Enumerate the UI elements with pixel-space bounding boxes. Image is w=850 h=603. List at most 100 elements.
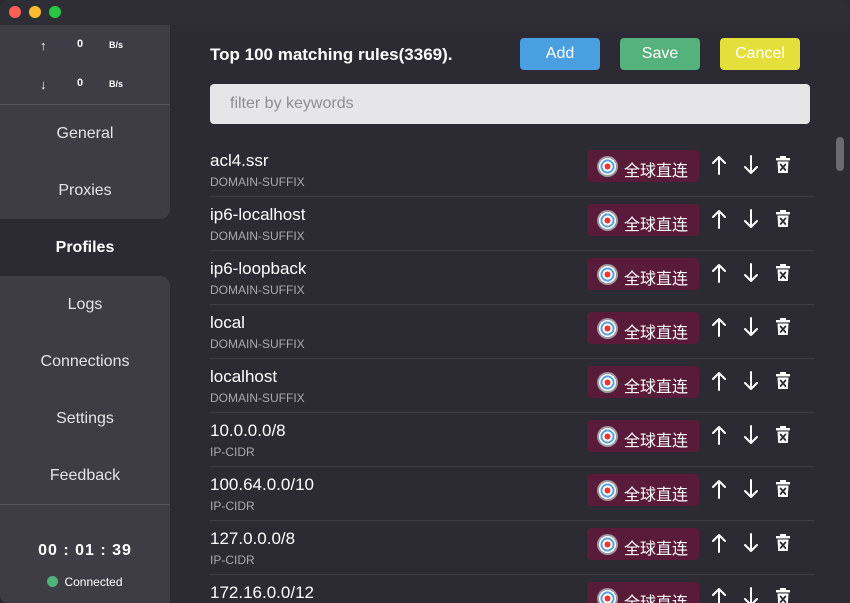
policy-selector[interactable]: 全球直连 (587, 582, 699, 603)
delete-rule-button[interactable] (773, 531, 793, 555)
arrow-down-icon (744, 263, 758, 282)
rule-name: acl4.ssr (210, 151, 269, 170)
nav-item-feedback[interactable]: Feedback (0, 447, 170, 504)
move-down-button[interactable] (741, 153, 761, 177)
nav-item-settings[interactable]: Settings (0, 390, 170, 447)
close-window-button[interactable] (9, 6, 21, 18)
arrow-down-icon (744, 587, 758, 603)
policy-label: 全球直连 (624, 217, 689, 234)
policy-selector[interactable]: 全球直连 (587, 258, 699, 290)
target-icon (597, 372, 618, 393)
arrow-down-icon (744, 533, 758, 552)
rule-row: 127.0.0.0/8 IP-CIDR 全球直连 (210, 521, 814, 575)
trash-icon (776, 318, 790, 335)
move-up-button[interactable] (709, 207, 729, 231)
arrow-up-icon (712, 480, 726, 499)
delete-rule-button[interactable] (773, 315, 793, 339)
arrow-down-icon (744, 371, 758, 390)
delete-rule-button[interactable] (773, 153, 793, 177)
move-up-button[interactable] (709, 369, 729, 393)
rule-type: DOMAIN-SUFFIX (210, 175, 305, 189)
move-down-button[interactable] (741, 261, 761, 285)
move-up-button[interactable] (709, 153, 729, 177)
arrow-up-icon (712, 588, 726, 603)
policy-label: 全球直连 (624, 379, 689, 396)
download-value: 0 (77, 77, 84, 89)
move-down-button[interactable] (741, 207, 761, 231)
cancel-button[interactable]: Cancel (720, 38, 800, 70)
move-up-button[interactable] (709, 531, 729, 555)
target-icon (597, 426, 618, 447)
status-label: Connected (64, 575, 123, 589)
sidebar-divider (0, 504, 170, 505)
arrow-down-icon (744, 209, 758, 228)
status-dot-icon (47, 576, 59, 587)
move-up-button[interactable] (709, 423, 729, 447)
nav-item-proxies[interactable]: Proxies (0, 162, 170, 219)
rule-row: ip6-loopback DOMAIN-SUFFIX 全球直连 (210, 251, 814, 305)
delete-rule-button[interactable] (773, 369, 793, 393)
rule-type: IP-CIDR (210, 499, 255, 513)
zoom-window-button[interactable] (49, 6, 61, 18)
policy-selector[interactable]: 全球直连 (587, 366, 699, 398)
nav-item-profiles[interactable]: Profiles (0, 219, 170, 276)
delete-rule-button[interactable] (773, 423, 793, 447)
save-button[interactable]: Save (620, 38, 700, 70)
download-speed: ↓ 0 B/s (0, 64, 170, 104)
sidebar-top-panel: ↑ 0 B/s ↓ 0 B/s General Proxies (0, 25, 170, 219)
policy-label: 全球直连 (624, 325, 689, 342)
sidebar: ↑ 0 B/s ↓ 0 B/s General Proxies Profiles… (0, 25, 170, 603)
move-down-button[interactable] (741, 315, 761, 339)
arrow-up-icon (712, 264, 726, 283)
rule-row: ip6-localhost DOMAIN-SUFFIX 全球直连 (210, 197, 814, 251)
policy-selector[interactable]: 全球直连 (587, 474, 699, 506)
download-arrow-icon: ↓ (40, 77, 47, 92)
policy-label: 全球直连 (624, 433, 689, 450)
move-down-button[interactable] (741, 585, 761, 603)
policy-selector[interactable]: 全球直连 (587, 204, 699, 236)
move-up-button[interactable] (709, 261, 729, 285)
policy-selector[interactable]: 全球直连 (587, 420, 699, 452)
upload-arrow-icon: ↑ (40, 38, 47, 53)
move-down-button[interactable] (741, 477, 761, 501)
arrow-down-icon (744, 317, 758, 336)
policy-label: 全球直连 (624, 589, 688, 603)
delete-rule-button[interactable] (773, 477, 793, 501)
minimize-window-button[interactable] (29, 6, 41, 18)
target-icon (597, 264, 618, 285)
delete-rule-button[interactable] (773, 585, 793, 603)
search-input[interactable] (210, 84, 810, 124)
policy-label: 全球直连 (624, 487, 689, 504)
trash-icon (776, 264, 790, 281)
target-icon (597, 318, 618, 339)
move-up-button[interactable] (709, 315, 729, 339)
policy-selector[interactable]: 全球直连 (587, 150, 699, 182)
target-icon (597, 588, 618, 603)
nav-item-general[interactable]: General (0, 105, 170, 162)
trash-icon (776, 534, 790, 551)
move-down-button[interactable] (741, 423, 761, 447)
trash-icon (776, 156, 790, 173)
scrollbar-thumb[interactable] (836, 137, 844, 171)
delete-rule-button[interactable] (773, 261, 793, 285)
delete-rule-button[interactable] (773, 207, 793, 231)
rule-type: IP-CIDR (210, 553, 255, 567)
nav-item-connections[interactable]: Connections (0, 333, 170, 390)
policy-selector[interactable]: 全球直连 (587, 312, 699, 344)
rule-type: DOMAIN-SUFFIX (210, 337, 305, 351)
trash-icon (776, 372, 790, 389)
move-down-button[interactable] (741, 531, 761, 555)
rule-type: DOMAIN-SUFFIX (210, 283, 305, 297)
rule-type: DOMAIN-SUFFIX (210, 229, 305, 243)
rule-name: 100.64.0.0/10 (210, 475, 314, 494)
move-up-button[interactable] (709, 477, 729, 501)
move-down-button[interactable] (741, 369, 761, 393)
nav-item-logs[interactable]: Logs (0, 276, 170, 333)
move-up-button[interactable] (709, 585, 729, 603)
add-button[interactable]: Add (520, 38, 600, 70)
rule-row: 10.0.0.0/8 IP-CIDR 全球直连 (210, 413, 814, 467)
trash-icon (776, 426, 790, 443)
rule-type: IP-CIDR (210, 445, 255, 459)
upload-unit: B/s (109, 40, 124, 50)
policy-selector[interactable]: 全球直连 (587, 528, 699, 560)
